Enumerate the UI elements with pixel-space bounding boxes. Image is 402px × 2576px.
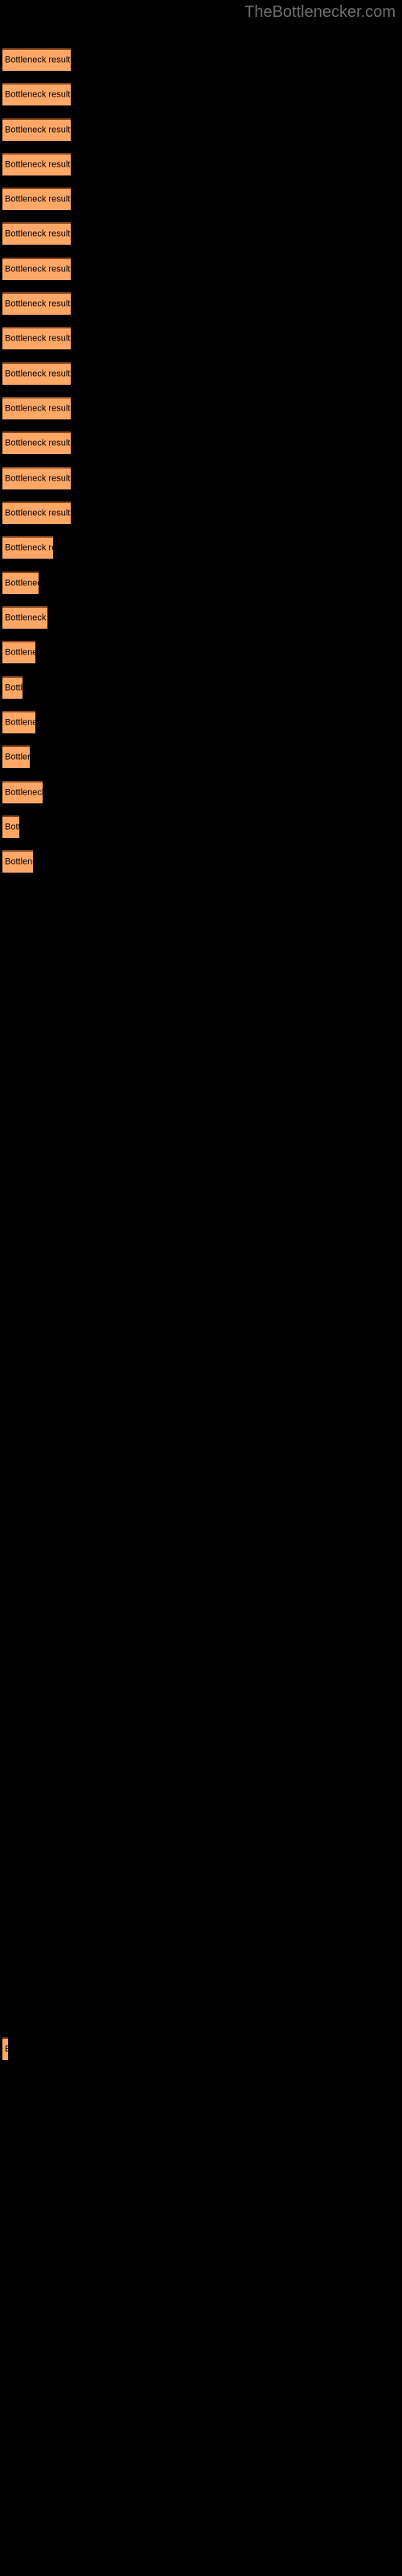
bar-label: Bottleneck result (5, 159, 71, 170)
bar-item[interactable]: Bottleneck result (2, 502, 71, 524)
bar-label: Bottleneck result (5, 333, 71, 344)
bottleneck-chart: TheBottlenecker.com Bottleneck result Bot… (0, 0, 402, 2576)
bar-item[interactable]: Bottleneck result (2, 362, 71, 385)
bar-label: Bottleneck result (5, 473, 71, 484)
bar-label: Bottleneck result (5, 543, 53, 553)
bar-label: Bottleneck result (5, 857, 33, 867)
bar-label: Bottleneck result (5, 787, 43, 798)
bar-item[interactable]: Bottleneck result (2, 188, 71, 210)
bar-label: Bottleneck result (5, 2045, 8, 2055)
bar-item[interactable]: Bottleneck result (2, 641, 35, 663)
bar-label: Bottleneck result (5, 89, 71, 100)
bar-item[interactable]: Bottleneck result (2, 536, 53, 559)
bar-item[interactable]: Bottleneck result (2, 572, 39, 594)
bar-item[interactable]: Bottleneck result (2, 467, 71, 489)
bar-item[interactable]: Bottleneck result (2, 815, 19, 838)
bar-label: Bottleneck result (5, 752, 30, 762)
bar-item[interactable]: Bottleneck result (2, 83, 71, 105)
bar-item[interactable]: Bottleneck result (2, 258, 71, 280)
bar-item[interactable]: Bottleneck result (2, 781, 43, 803)
bar-label: Bottleneck result (5, 194, 71, 204)
bar-item[interactable]: Bottleneck result (2, 745, 30, 768)
bar-label: Bottleneck result (5, 125, 71, 135)
bar-label: Bottleneck result (5, 229, 71, 239)
bar-item[interactable]: Bottleneck result (2, 606, 47, 629)
bar-label: Bottleneck result (5, 822, 19, 832)
bar-label: Bottleneck result (5, 264, 71, 275)
bar-label: Bottleneck result (5, 578, 39, 588)
bar-item[interactable]: Bottleneck result (2, 676, 23, 699)
bar-item[interactable]: Bottleneck result (2, 153, 71, 175)
bar-item[interactable]: Bottleneck result (2, 711, 35, 733)
bar-label: Bottleneck result (5, 438, 71, 448)
bar-label: Bottleneck result (5, 55, 71, 65)
bar-label: Bottleneck result (5, 613, 47, 623)
bar-label: Bottleneck result (5, 647, 35, 658)
bar-label: Bottleneck result (5, 683, 23, 693)
bar-label: Bottleneck result (5, 403, 71, 414)
bar-item[interactable]: Bottleneck result (2, 48, 71, 71)
bar-item[interactable]: Bottleneck result (2, 2037, 8, 2060)
bar-item[interactable]: Bottleneck result (2, 222, 71, 245)
bar-item[interactable]: Bottleneck result (2, 397, 71, 419)
bar-item[interactable]: Bottleneck result (2, 292, 71, 315)
bar-label: Bottleneck result (5, 369, 71, 379)
bar-label: Bottleneck result (5, 508, 71, 518)
bar-series: Bottleneck result Bottleneck result Bottle… (0, 0, 402, 2576)
bar-item[interactable]: Bottleneck result (2, 327, 71, 349)
bar-item[interactable]: Bottleneck result (2, 431, 71, 454)
bar-item[interactable]: Bottleneck result (2, 850, 33, 873)
bar-item[interactable]: Bottleneck result (2, 118, 71, 141)
bar-label: Bottleneck result (5, 299, 71, 309)
bar-label: Bottleneck result (5, 717, 35, 728)
